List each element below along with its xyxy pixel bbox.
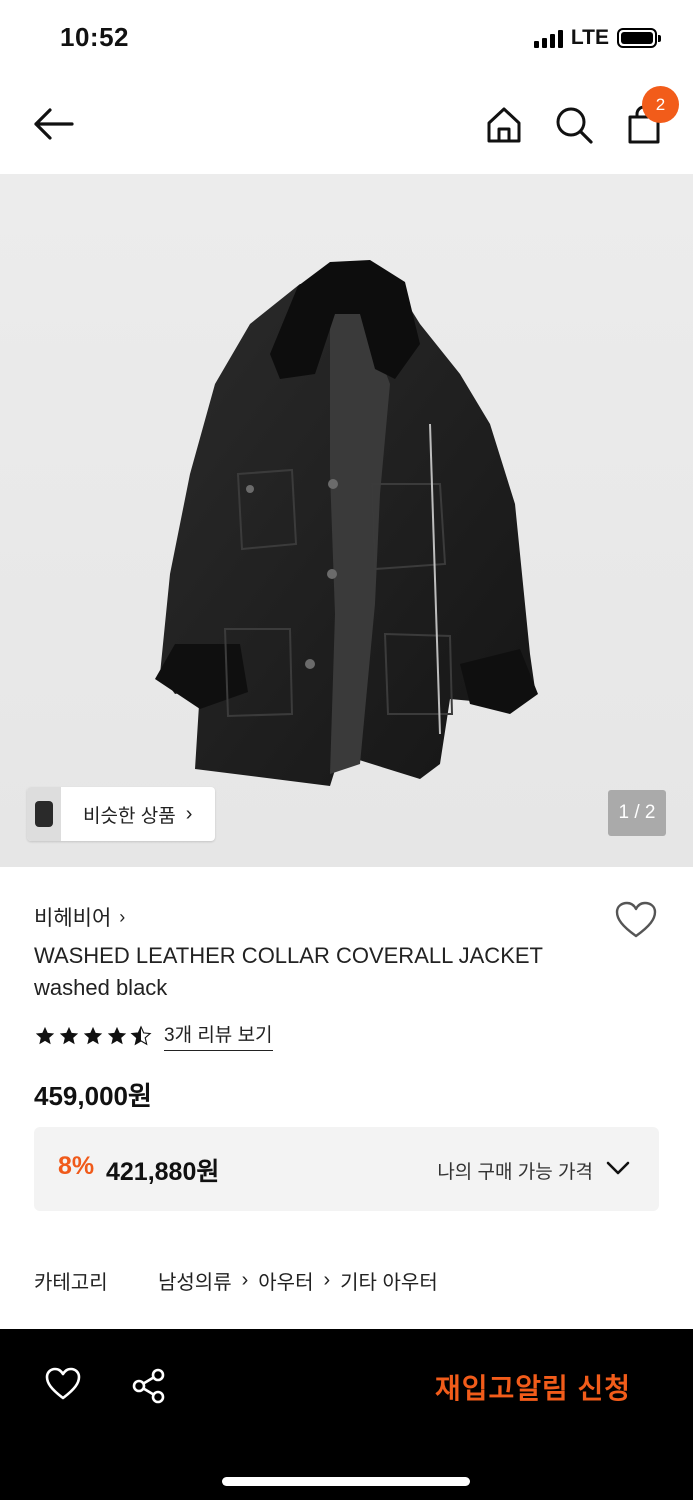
signal-icon [533,28,563,48]
share-icon[interactable] [130,1367,168,1405]
restock-alert-button[interactable]: 재입고알림 신청 [408,1365,658,1409]
my-price-label: 나의 구매 가능 가격 [437,1162,593,1183]
similar-product-thumbnail [27,787,61,841]
category-breadcrumb: 남성의류 › 아우터 › 기타 아우터 [158,1266,438,1295]
chevron-down-icon[interactable] [605,1159,631,1177]
product-image-carousel[interactable]: 비슷한 상품 › 1 / 2 [0,174,693,867]
star-icon [83,1026,103,1044]
status-bar: 10:52 LTE [0,0,693,76]
product-image [155,260,538,786]
heart-outline-icon[interactable] [44,1366,82,1402]
similar-products-button[interactable]: 비슷한 상품 › [27,787,215,841]
brand-link[interactable]: 비헤비어 › [34,902,125,932]
status-indicators: LTE [533,26,661,50]
chevron-right-icon: › [119,906,126,927]
product-title: WASHED LEATHER COLLAR COVERALL JACKET wa… [34,943,543,1000]
chevron-right-icon: › [241,1269,249,1291]
battery-icon [617,28,661,48]
category-label: 카테고리 [34,1272,108,1294]
status-time: 10:52 [60,22,129,52]
my-price-box[interactable]: 8% 421,880원 나의 구매 가능 가격 [34,1127,659,1211]
sale-price: 421,880원 [106,1158,220,1186]
arrow-left-icon[interactable] [30,104,76,144]
home-icon[interactable] [483,104,525,146]
star-icon [35,1026,55,1044]
cart-count-badge: 2 [642,86,679,123]
category-row: 카테고리 남성의류 › 아우터 › 기타 아우터 [34,1266,438,1295]
review-link[interactable]: 3개 리뷰 보기 [164,1020,273,1051]
heart-outline-icon[interactable] [614,900,658,940]
search-icon[interactable] [553,104,595,146]
home-indicator [222,1477,470,1486]
category-item[interactable]: 기타 아우터 [340,1266,438,1295]
chevron-right-icon: › [185,802,193,825]
star-half-icon [130,1024,152,1045]
category-item[interactable]: 아우터 [258,1266,313,1295]
category-item[interactable]: 남성의류 [158,1266,232,1295]
similar-products-label: 비슷한 상품 [83,805,176,827]
original-price: 459,000원 [34,1081,152,1111]
discount-rate: 8% [58,1152,95,1180]
star-icon [59,1026,79,1044]
rating-stars [34,1024,152,1047]
top-nav [0,76,693,174]
bottom-action-bar: 재입고알림 신청 [0,1329,693,1500]
chevron-right-icon: › [323,1269,331,1291]
star-icon [107,1026,127,1044]
brand-name: 비헤비어 [34,907,112,930]
rating-row: 3개 리뷰 보기 [34,1020,273,1051]
image-counter: 1 / 2 [608,790,666,836]
network-label: LTE [570,26,609,49]
